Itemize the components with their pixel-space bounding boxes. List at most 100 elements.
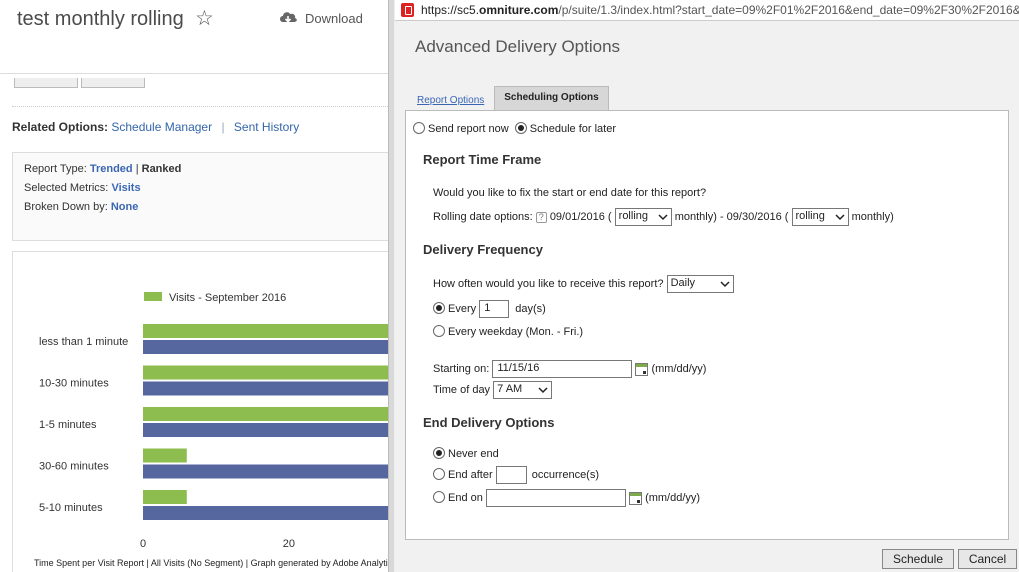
report-type-label: Report Type: xyxy=(24,163,87,175)
every-n-days-radio[interactable] xyxy=(433,301,445,314)
time-select[interactable]: 7 AM xyxy=(493,381,553,399)
schedule-manager-link[interactable]: Schedule Manager xyxy=(111,120,212,134)
frequency-value: Daily xyxy=(670,277,696,289)
report-title: test monthly rolling xyxy=(17,8,184,30)
starting-date-hint: (mm/dd/yy) xyxy=(651,362,707,375)
bar xyxy=(143,381,388,396)
send-mode-row: Send report now Schedule for later xyxy=(413,122,616,135)
bar xyxy=(143,506,388,520)
category-label: less than 1 minute xyxy=(39,336,128,348)
ranked-label: Ranked xyxy=(141,163,182,175)
address-bar[interactable]: https://sc5.omniture.com/p/suite/1.3/ind… xyxy=(395,0,1019,21)
weekday-row: Every weekday (Mon. - Fri.) xyxy=(433,325,583,338)
every-label: Every xyxy=(448,302,477,315)
rolling-label: Rolling date options: xyxy=(433,210,533,223)
end-after-row: End after occurrence(s) xyxy=(433,466,599,484)
bar xyxy=(143,407,388,421)
every-days-input[interactable]: 1 xyxy=(479,300,510,318)
send-now-label: Send report now xyxy=(428,123,509,135)
occurrence-label: occurrence(s) xyxy=(531,468,600,481)
chevron-down-icon xyxy=(834,214,845,221)
starting-row: Starting on: 11/15/16 (mm/dd/yy) xyxy=(433,360,706,378)
calendar-icon[interactable] xyxy=(635,362,649,376)
send-button-partial[interactable] xyxy=(14,78,78,88)
days-label: day(s) xyxy=(515,302,546,315)
start-rolling-select[interactable]: rolling xyxy=(614,208,672,226)
category-label: 5-10 minutes xyxy=(39,502,103,514)
occurrence-input[interactable] xyxy=(495,466,527,484)
breakdown-row: Broken Down by: None xyxy=(24,201,138,213)
calendar-icon[interactable] xyxy=(629,491,642,505)
end-rolling-value: rolling xyxy=(795,210,825,222)
report-pane: test monthly rolling ☆ Download Related … xyxy=(0,0,388,572)
schedule-later-label: Schedule for later xyxy=(529,123,616,135)
legend-swatch xyxy=(144,292,162,301)
chevron-down-icon xyxy=(720,281,730,288)
url-prefix: https://sc5. xyxy=(421,3,480,17)
dialog-title: Advanced Delivery Options xyxy=(415,37,621,56)
end-on-radio[interactable] xyxy=(433,490,445,503)
url-domain: omniture.com xyxy=(479,3,559,17)
starting-date-input[interactable]: 11/15/16 xyxy=(492,360,633,378)
header-divider xyxy=(0,73,388,74)
tab-report-options[interactable]: Report Options xyxy=(417,95,494,110)
report-info-box: Report Type: Trended | Ranked Selected M… xyxy=(12,152,388,241)
metrics-link[interactable]: Visits xyxy=(111,182,140,194)
end-options-heading: End Delivery Options xyxy=(423,415,555,430)
timeframe-heading: Report Time Frame xyxy=(423,152,542,167)
pane-splitter[interactable] xyxy=(388,0,395,572)
dotted-divider xyxy=(12,106,388,107)
metrics-row: Selected Metrics: Visits xyxy=(24,182,141,194)
cancel-button[interactable]: Cancel xyxy=(958,549,1017,569)
chart-svg: Visits - September 2016 less than 1 minut… xyxy=(39,292,388,550)
every-weekday-radio[interactable] xyxy=(433,325,445,337)
chevron-down-icon xyxy=(658,214,668,221)
link-separator: | xyxy=(221,120,225,134)
trended-link[interactable]: Trended xyxy=(90,163,133,175)
mid-text: monthly) - 09/30/2016 ( xyxy=(674,210,789,223)
breakdown-link[interactable]: None xyxy=(111,201,139,213)
chart-footer: Time Spent per Visit Report | All Visits… xyxy=(34,558,388,568)
site-security-icon[interactable] xyxy=(401,3,414,17)
end-on-date-input[interactable] xyxy=(485,489,626,507)
frequency-row: How often would you like to receive this… xyxy=(433,275,734,293)
bar-chart: Visits - September 2016 less than 1 minut… xyxy=(12,251,388,572)
frequency-heading: Delivery Frequency xyxy=(423,242,543,257)
url-path: /p/suite/1.3/index.html?start_date=09%2F… xyxy=(558,3,1019,17)
end-on-date-hint: (mm/dd/yy) xyxy=(645,491,701,504)
related-options: Related Options: Schedule Manager | Sent… xyxy=(12,120,299,134)
cancel-button-partial[interactable] xyxy=(81,78,145,88)
never-end-label: Never end xyxy=(448,448,499,460)
start-rolling-value: rolling xyxy=(618,210,649,222)
schedule-button[interactable]: Schedule xyxy=(882,549,954,569)
breakdown-label: Broken Down by: xyxy=(24,201,108,213)
schedule-later-radio[interactable] xyxy=(514,122,527,134)
tab-scheduling-options[interactable]: Scheduling Options xyxy=(494,86,609,110)
frequency-select[interactable]: Daily xyxy=(666,275,734,293)
time-value: 7 AM xyxy=(497,383,523,395)
end-rolling-select[interactable]: rolling xyxy=(791,208,849,226)
star-icon[interactable]: ☆ xyxy=(195,6,214,31)
never-end-row: Never end xyxy=(433,447,499,460)
category-label: 30-60 minutes xyxy=(39,461,109,473)
send-now-radio[interactable] xyxy=(413,122,425,134)
end-after-label: End after xyxy=(448,468,493,481)
bar xyxy=(143,340,388,354)
bar xyxy=(143,490,187,504)
never-end-radio[interactable] xyxy=(433,447,445,459)
help-icon[interactable]: ? xyxy=(535,211,547,223)
x-tick-label: 0 xyxy=(140,538,146,550)
sent-history-link[interactable]: Sent History xyxy=(234,120,299,134)
dialog-tabs: Report Options Scheduling Options xyxy=(417,86,609,110)
every-row: Every 1 day(s) xyxy=(433,300,546,318)
time-label: Time of day xyxy=(433,383,491,396)
bar xyxy=(143,324,388,338)
bar xyxy=(143,365,388,380)
download-label: Download xyxy=(305,10,363,26)
report-type-row: Report Type: Trended | Ranked xyxy=(24,163,182,175)
category-label: 10-30 minutes xyxy=(39,378,109,390)
end-on-label: End on xyxy=(448,491,483,504)
download-button[interactable]: Download xyxy=(278,10,363,26)
end-after-radio[interactable] xyxy=(433,467,445,480)
cloud-download-icon xyxy=(280,12,297,23)
